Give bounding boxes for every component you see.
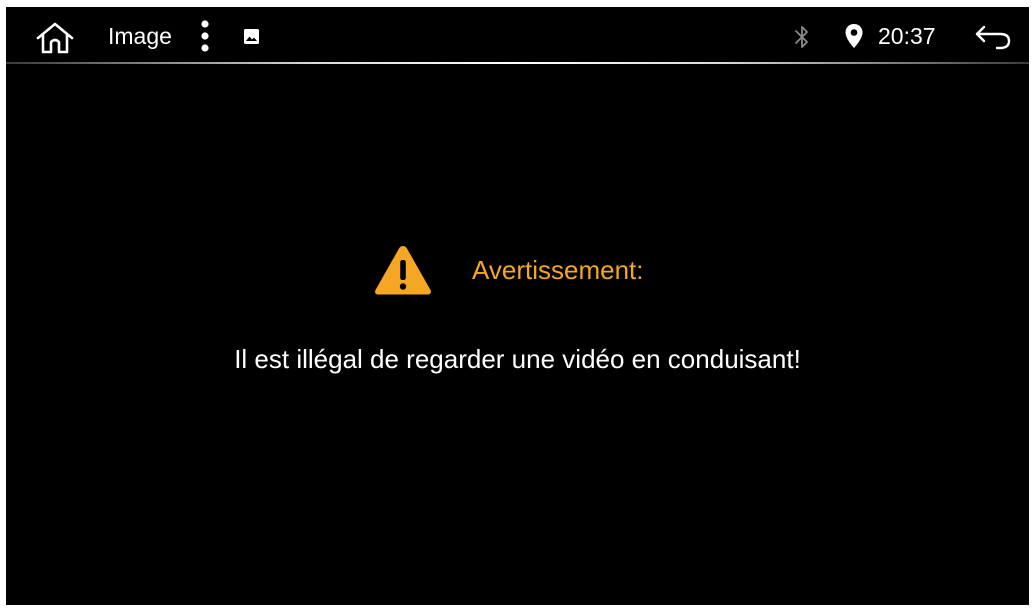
- screen: Image 20:37 Avertissement: Il est illéga…: [6, 7, 1029, 605]
- warning-title: Avertissement:: [472, 255, 644, 285]
- location-pin-icon: [845, 24, 863, 48]
- warning-message: Il est illégal de regarder une vidéo en …: [234, 344, 801, 374]
- image-icon: [244, 29, 259, 44]
- status-bar: Image 20:37: [6, 7, 1029, 64]
- warning-icon: [375, 246, 431, 295]
- back-arrow-icon[interactable]: [973, 21, 1013, 51]
- bluetooth-icon: [795, 26, 808, 48]
- more-vert-icon[interactable]: [198, 19, 212, 53]
- app-title: Image: [108, 23, 172, 49]
- status-bar-divider: [6, 62, 1029, 64]
- clock: 20:37: [878, 23, 936, 49]
- home-icon[interactable]: [34, 21, 76, 55]
